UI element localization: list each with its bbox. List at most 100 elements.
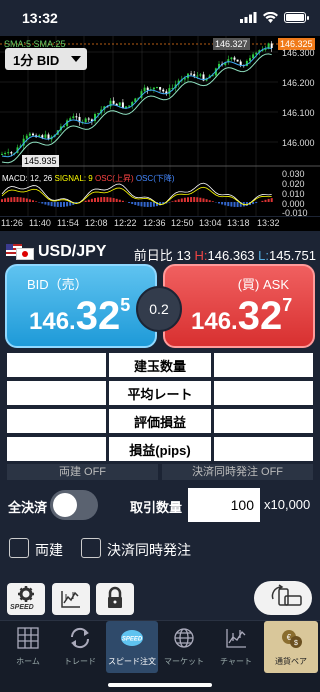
macd-histogram-bar: [25, 198, 28, 202]
macd-histogram-bar: [233, 202, 236, 207]
macd-histogram-bar: [32, 200, 34, 202]
chart-icon: [61, 591, 80, 608]
price-axis-label: 146.000: [282, 138, 315, 148]
status-icons: [240, 12, 309, 23]
tab-label: ホーム: [16, 657, 40, 666]
tab-trade[interactable]: トレード: [54, 621, 106, 673]
lock-button[interactable]: [96, 583, 134, 615]
price-axis-label: 146.300: [282, 48, 315, 58]
prev-day-label: 前日比: [133, 248, 173, 263]
macd-histogram-bar: [187, 197, 189, 202]
hedge-checkbox[interactable]: [9, 538, 29, 558]
candle-body: [25, 135, 28, 139]
status-bar: 13:32: [0, 0, 320, 36]
macd-histogram-bar: [1, 199, 3, 202]
macd-histogram-bar: [131, 202, 134, 205]
macd-histogram-bar: [13, 197, 16, 202]
macd-histogram-bar: [66, 202, 69, 207]
ask-button[interactable]: (買) ASK 146.327: [163, 264, 315, 348]
info-label: 損益(pips): [109, 437, 211, 461]
tab-speed-order[interactable]: SPEED スピード注文: [106, 621, 158, 673]
ask-price: 146.327: [191, 294, 293, 338]
macd-histogram-bar: [121, 200, 124, 202]
candle-body: [143, 87, 146, 92]
tab-market[interactable]: マーケット: [158, 621, 210, 673]
ask-label: (買) ASK: [237, 277, 289, 292]
macd-histogram-bar: [47, 202, 50, 206]
candle-body: [146, 87, 149, 91]
macd-histogram-bar: [106, 197, 109, 202]
qty-unit: x10,000: [264, 497, 311, 512]
pair-name: USD/JPY: [38, 243, 107, 260]
macd-histogram-bar: [19, 197, 22, 202]
time-axis-label: 12:50: [171, 218, 194, 228]
candle-body: [118, 102, 121, 106]
tab-currency-pair[interactable]: € $ 通貨ペア: [264, 621, 318, 673]
ma-legend: SMA:5 SMA:25: [4, 39, 66, 49]
price-axis-label: 146.200: [282, 78, 315, 88]
home-indicator: [108, 683, 212, 687]
time-axis-label: 11:26: [1, 218, 23, 228]
info-row-average-rate: 平均レート: [7, 381, 313, 405]
candle-body: [162, 89, 165, 92]
tab-chart[interactable]: チャート: [210, 621, 262, 673]
info-cell-right: [214, 353, 313, 377]
candle-body: [1, 153, 3, 155]
tab-label: トレード: [64, 657, 96, 666]
info-label: 建玉数量: [109, 353, 211, 377]
macd-histogram-bar: [10, 197, 13, 202]
candle-body: [159, 87, 162, 90]
currency-pair-icon: €$: [282, 630, 302, 648]
macd-histogram-bar: [16, 197, 19, 202]
macd-histogram-bar: [174, 200, 177, 202]
candle-body: [199, 74, 202, 76]
macd-histogram-bar: [115, 198, 118, 202]
simul-order-checkbox-label: 決済同時発注: [107, 542, 191, 558]
svg-text:$: $: [294, 640, 298, 647]
time-axis-label: 12:08: [85, 218, 108, 228]
candle-body: [121, 102, 124, 109]
swap-icon: [70, 627, 90, 649]
sma-long-line: [1, 53, 272, 164]
macd-histogram-bar: [252, 202, 255, 205]
candle-body: [239, 61, 242, 65]
spread-badge: 0.2: [136, 286, 182, 332]
macd-histogram-bar: [140, 202, 143, 207]
close-all-label: 全決済: [8, 500, 48, 515]
candle-body: [190, 73, 193, 75]
qty-input[interactable]: [188, 488, 260, 522]
candle-body: [10, 152, 13, 154]
macd-histogram-bar: [56, 202, 59, 207]
period-selector[interactable]: 1分 BID: [5, 48, 87, 70]
speed-settings-button[interactable]: SPEED: [7, 583, 45, 615]
candle-body: [75, 116, 78, 118]
candle-body: [233, 57, 236, 60]
tab-home[interactable]: ホーム: [2, 621, 54, 673]
macd-histogram-bar: [35, 201, 38, 202]
candle-body: [255, 52, 258, 55]
low-label: L:: [258, 248, 269, 263]
rotate-layout-button[interactable]: [254, 581, 312, 615]
lock-icon: [108, 586, 122, 608]
candle-body: [4, 152, 7, 154]
macd-histogram-bar: [245, 202, 248, 206]
info-row-position-qty: 建玉数量: [7, 353, 313, 377]
tab-bar: ホーム トレード SPEED スピード注文 マーケット チャート € $ 通貨ペア: [0, 620, 320, 692]
macd-histogram-bar: [53, 202, 56, 207]
info-label: 平均レート: [109, 381, 211, 405]
candle-body: [196, 75, 199, 77]
order-mode-status: 両建 OFF 決済同時発注 OFF: [7, 464, 313, 480]
macd-histogram-bar: [202, 198, 205, 202]
info-cell-left: [7, 409, 106, 433]
tab-label: マーケット: [164, 657, 204, 666]
macd-histogram-bar: [255, 202, 258, 204]
price-chart[interactable]: 1分 BID SMA:5 SMA:25 146.327 146.325 145.…: [0, 36, 320, 218]
bid-button[interactable]: BID（売） 146.325: [5, 264, 157, 348]
simul-order-checkbox[interactable]: [81, 538, 101, 558]
candle-body: [249, 58, 251, 61]
close-all-toggle[interactable]: [50, 490, 98, 520]
checkbox-row: 両建 決済同時発注: [0, 536, 320, 560]
info-cell-right: [214, 409, 313, 433]
tab-label: 通貨ペア: [275, 657, 307, 666]
chart-toggle-button[interactable]: [52, 583, 90, 615]
